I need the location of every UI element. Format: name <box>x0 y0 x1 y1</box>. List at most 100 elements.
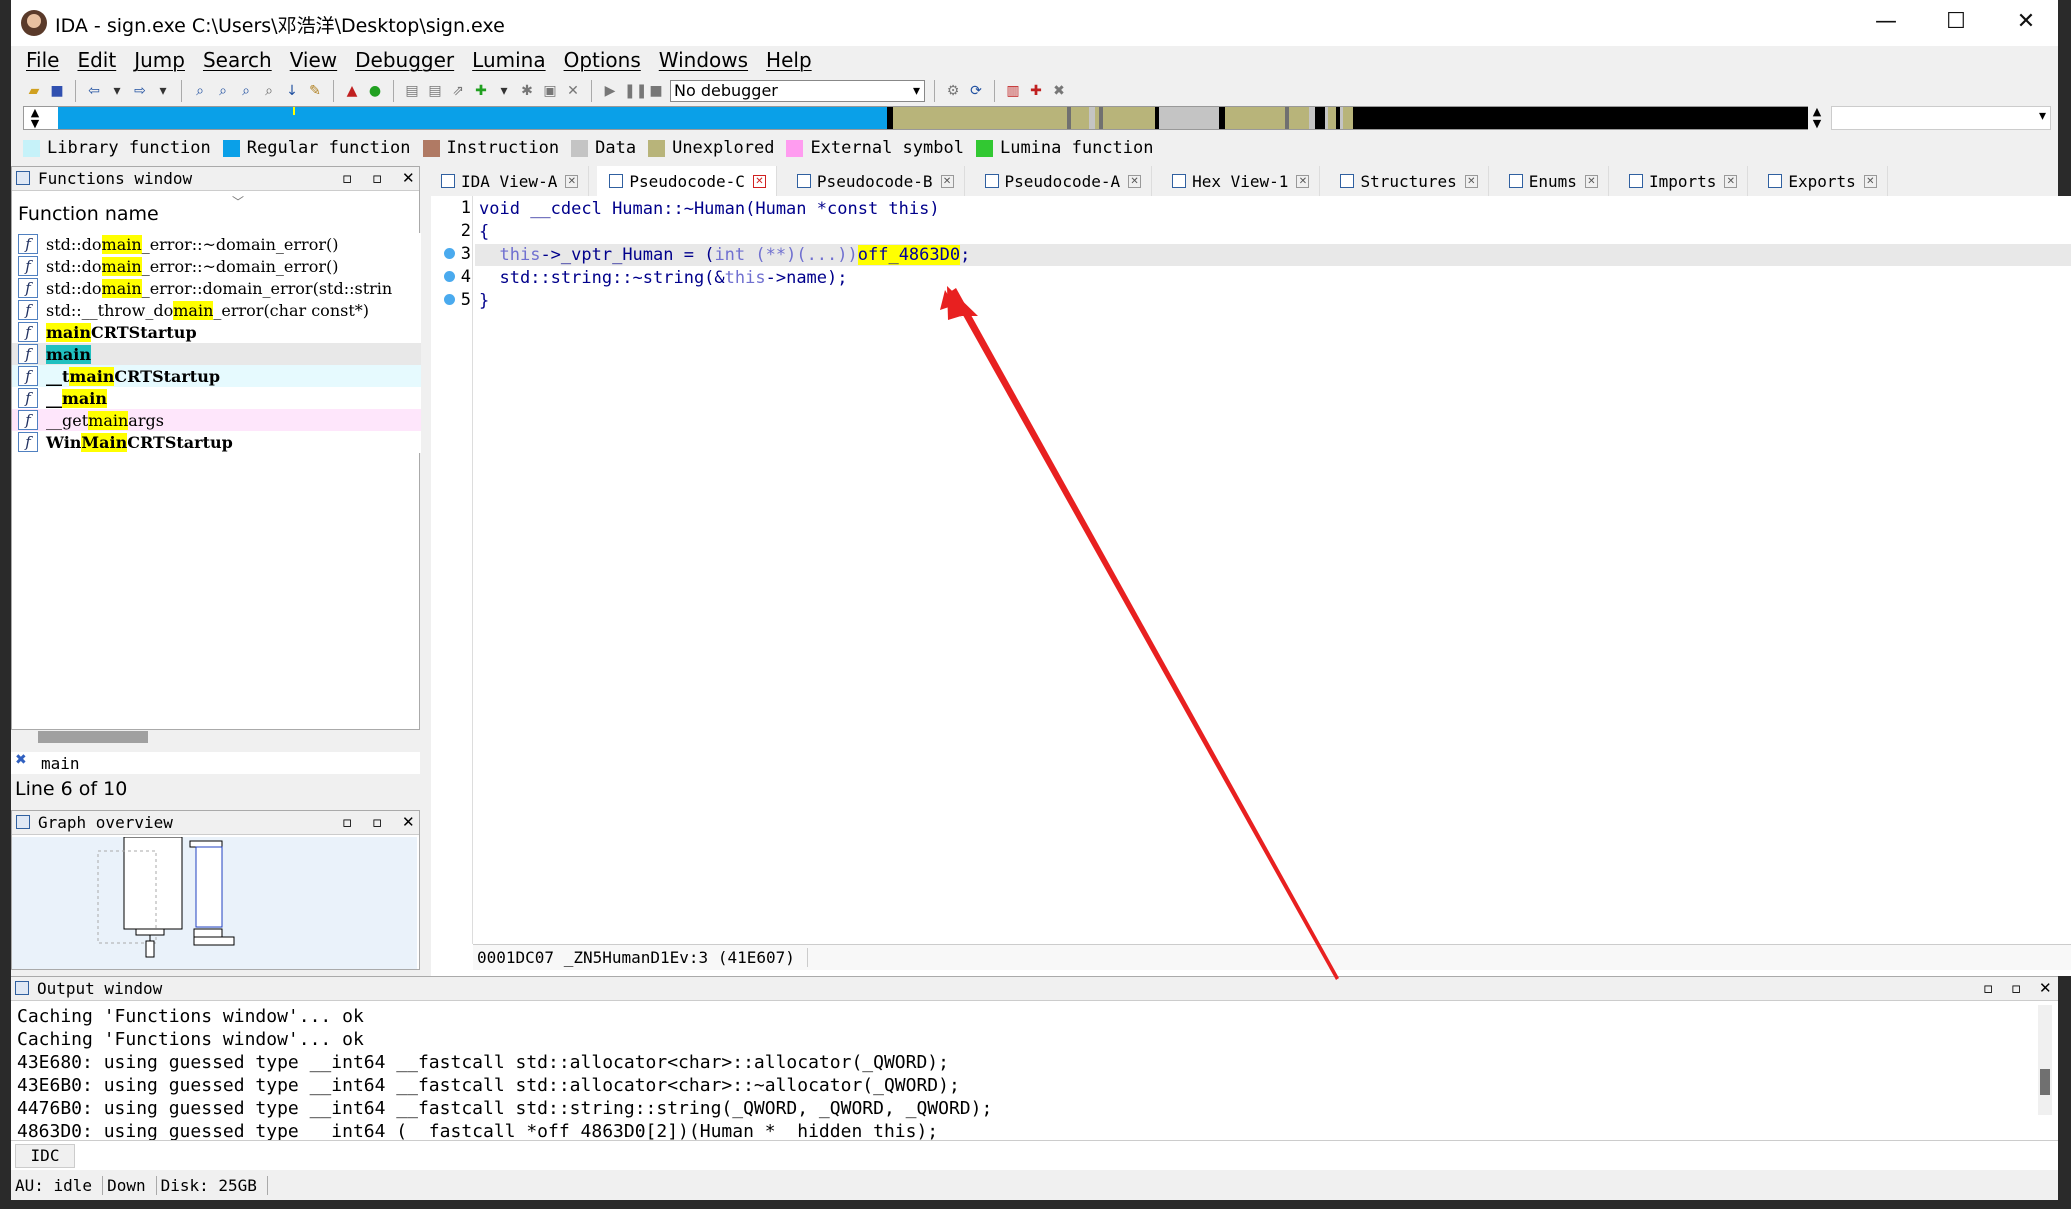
search-next-icon[interactable]: ⌕ <box>260 82 278 100</box>
function-list-item[interactable]: f __getmainargs <box>12 409 421 431</box>
breakpoint-remove-icon[interactable]: ✖ <box>1050 82 1068 100</box>
function-name-column-header[interactable]: Function name <box>18 203 159 225</box>
command-line[interactable]: IDC <box>11 1140 2058 1170</box>
panel-float-icon[interactable]: ▫ <box>2011 979 2021 997</box>
scrollbar-thumb[interactable] <box>2040 1069 2050 1095</box>
tab-close-icon[interactable]: ✕ <box>1584 174 1598 188</box>
breakpoints-list-icon[interactable]: ▥ <box>1004 82 1022 100</box>
nav-scroll-left-icon[interactable]: ▲ ▼ <box>24 107 46 129</box>
add-icon[interactable]: ✚ <box>472 82 490 100</box>
tab-close-icon[interactable]: ✕ <box>1863 174 1877 188</box>
mark-position-icon[interactable]: ✎ <box>306 82 324 100</box>
panel-close-icon[interactable]: ✕ <box>2039 979 2052 997</box>
pseudocode-editor[interactable]: 1 2 3 4 5 void __cdecl Human::~Human(Hum… <box>431 196 2071 976</box>
function-list-item[interactable]: f std::domain_error::domain_error(std::st… <box>12 277 421 299</box>
tab-close-icon[interactable]: ✕ <box>565 174 579 188</box>
graph-icon[interactable]: ▲ <box>343 82 361 100</box>
function-list-item[interactable]: f std::domain_error::~domain_error() <box>12 233 421 255</box>
back-arrow-icon[interactable]: ⇦ <box>85 82 103 100</box>
menu-file[interactable]: File <box>17 46 68 76</box>
function-list-item[interactable]: f std::__throw_domain_error(char const*) <box>12 299 421 321</box>
function-list-item[interactable]: f WinMainCRTStartup <box>12 431 421 453</box>
navigation-band[interactable]: ▲ ▼ <box>23 106 1810 130</box>
tab-pseudocode-a[interactable]: Pseudocode-A ✕ <box>973 166 1153 196</box>
menu-options[interactable]: Options <box>555 46 650 76</box>
pause-icon[interactable]: ❚❚ <box>624 82 647 100</box>
tab-pseudocode-b[interactable]: Pseudocode-B ✕ <box>785 166 965 196</box>
search-immediate-icon[interactable]: ⌕ <box>237 82 255 100</box>
menu-debugger[interactable]: Debugger <box>346 46 463 76</box>
menu-search[interactable]: Search <box>194 46 281 76</box>
function-icon[interactable]: ⇗ <box>449 82 467 100</box>
breakpoint-add-icon[interactable]: ✚ <box>1027 82 1045 100</box>
tab-imports[interactable]: Imports ✕ <box>1617 166 1749 196</box>
graph-overview-canvas[interactable] <box>12 836 417 969</box>
filter-text[interactable]: main <box>41 754 80 773</box>
function-list-item[interactable]: f std::domain_error::~domain_error() <box>12 255 421 277</box>
chevron-down-icon[interactable]: ▾ <box>495 82 513 100</box>
search-text-icon[interactable]: ⌕ <box>191 82 209 100</box>
navigation-band-segments[interactable] <box>58 107 1810 129</box>
panel-close-icon[interactable]: ✕ <box>402 169 415 187</box>
function-list-item[interactable]: f __tmainCRTStartup <box>12 365 421 387</box>
attach-process-icon[interactable]: ⚙ <box>944 82 962 100</box>
breakpoint-icon[interactable]: ✱ <box>518 82 536 100</box>
sort-chevron-icon[interactable]: ﹀ <box>232 193 244 210</box>
code-line-5[interactable]: } <box>479 290 489 312</box>
chevron-down-icon[interactable]: ▾ <box>108 82 126 100</box>
tab-hex-view-1[interactable]: Hex View-1 ✕ <box>1160 166 1321 196</box>
minimize-button[interactable]: — <box>1851 0 1921 46</box>
jump-down-icon[interactable]: ↓ <box>283 82 301 100</box>
tab-pseudocode-c[interactable]: Pseudocode-C ✕ <box>597 166 777 196</box>
tab-close-icon[interactable]: ✕ <box>1724 174 1738 188</box>
tab-close-icon[interactable]: ✕ <box>752 174 766 188</box>
menu-lumina[interactable]: Lumina <box>463 46 554 76</box>
maximize-button[interactable]: ☐ <box>1921 0 1991 46</box>
segment-edit-icon[interactable]: ▤ <box>426 82 444 100</box>
panel-restore-icon[interactable]: ▫ <box>342 169 352 187</box>
segment-icon[interactable]: ▤ <box>403 82 421 100</box>
menu-windows[interactable]: Windows <box>650 46 757 76</box>
refresh-icon[interactable]: ⟳ <box>967 82 985 100</box>
menu-jump[interactable]: Jump <box>125 46 194 76</box>
nav-scroll-right-icon[interactable]: ▲ ▼ <box>1808 106 1826 130</box>
function-list-item[interactable]: f main <box>12 343 421 365</box>
debugger-select[interactable]: No debugger <box>670 80 925 102</box>
delete-icon[interactable]: ✕ <box>564 82 582 100</box>
code-line-4[interactable]: std::string::~string(&this->name); <box>479 267 847 289</box>
play-icon[interactable]: ▶ <box>601 82 619 100</box>
save-icon[interactable]: ■ <box>48 82 66 100</box>
tab-structures[interactable]: Structures ✕ <box>1328 166 1489 196</box>
panel-close-icon[interactable]: ✕ <box>402 813 415 831</box>
stop-icon[interactable]: ■ <box>647 82 665 100</box>
tab-close-icon[interactable]: ✕ <box>1128 174 1142 188</box>
menu-help[interactable]: Help <box>757 46 821 76</box>
filter-clear-icon[interactable]: ✖ <box>15 752 27 768</box>
search-binary-icon[interactable]: ⌕ <box>214 82 232 100</box>
idc-language-button[interactable]: IDC <box>15 1144 75 1168</box>
tab-close-icon[interactable]: ✕ <box>1296 174 1310 188</box>
code-line-3-current[interactable]: this->_vptr_Human = (int (**)(...))off_4… <box>475 244 2071 266</box>
nav-band-select[interactable] <box>1831 106 2051 130</box>
struct-icon[interactable]: ▣ <box>541 82 559 100</box>
menu-edit[interactable]: Edit <box>68 46 125 76</box>
tab-ida-view-a[interactable]: IDA View-A ✕ <box>429 166 590 196</box>
code-line-2[interactable]: { <box>479 221 489 243</box>
panel-float-icon[interactable]: ▫ <box>372 813 382 831</box>
code-line-1[interactable]: void __cdecl Human::~Human(Human *const … <box>479 198 940 220</box>
function-list-item[interactable]: f mainCRTStartup <box>12 321 421 343</box>
menu-view[interactable]: View <box>281 46 346 76</box>
panel-restore-icon[interactable]: ▫ <box>342 813 352 831</box>
function-list-item[interactable]: f __main <box>12 387 421 409</box>
panel-float-icon[interactable]: ▫ <box>372 169 382 187</box>
tab-exports[interactable]: Exports ✕ <box>1756 166 1888 196</box>
chevron-down-icon[interactable]: ▾ <box>154 82 172 100</box>
functions-filter[interactable]: ✖ main <box>11 752 420 774</box>
forward-arrow-icon[interactable]: ⇨ <box>131 82 149 100</box>
output-scrollbar[interactable] <box>2038 1005 2052 1115</box>
panel-restore-icon[interactable]: ▫ <box>1983 979 1993 997</box>
green-circle-icon[interactable]: ● <box>366 82 384 100</box>
tab-close-icon[interactable]: ✕ <box>940 174 954 188</box>
tab-close-icon[interactable]: ✕ <box>1464 174 1478 188</box>
close-button[interactable]: ✕ <box>1991 0 2061 46</box>
